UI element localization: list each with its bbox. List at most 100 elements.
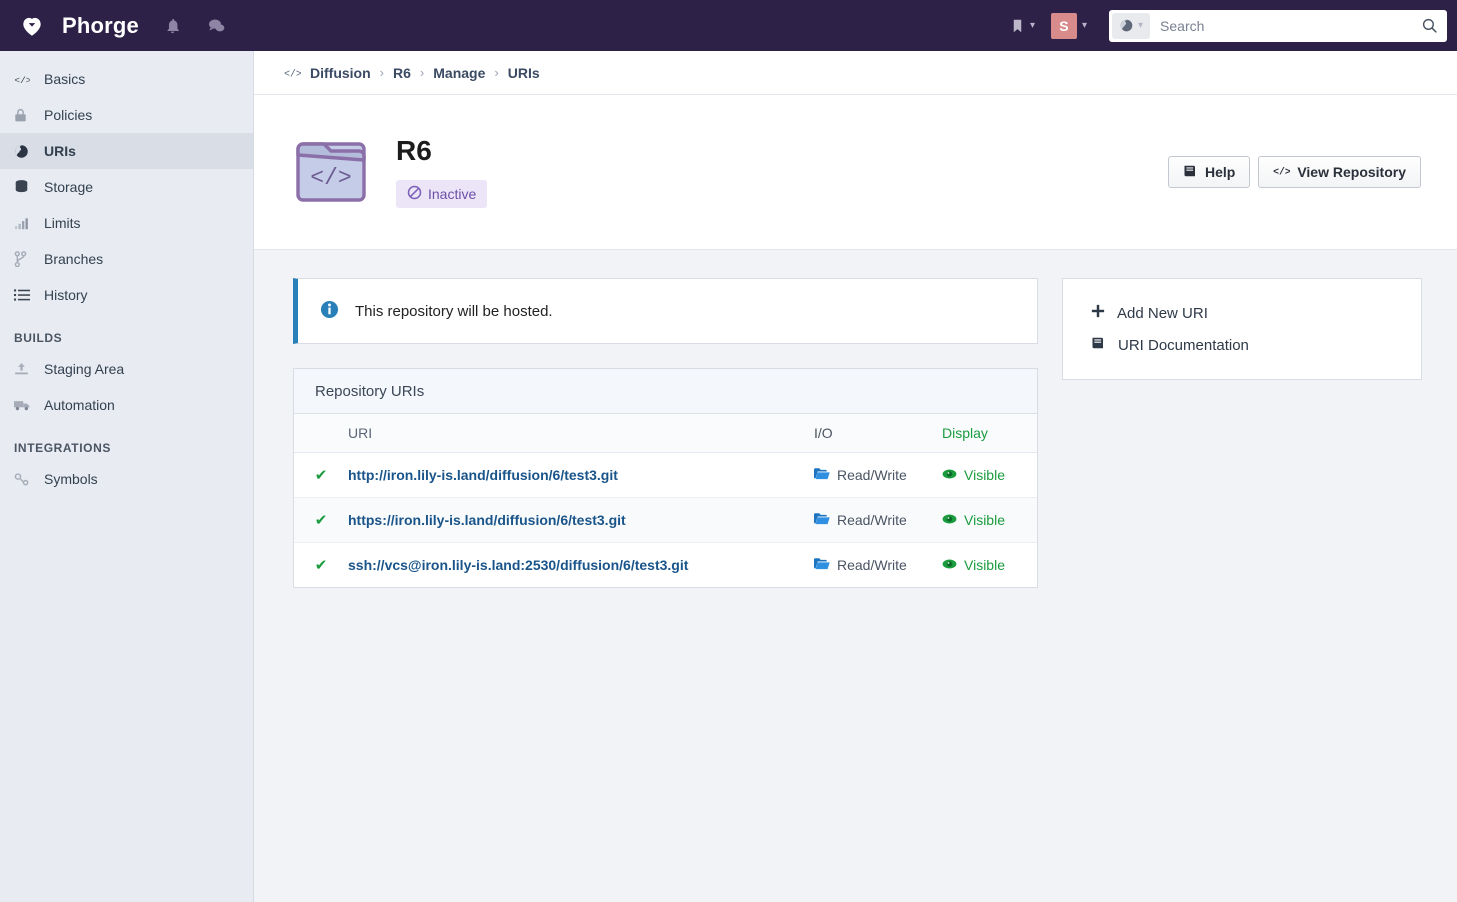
hosted-notice: This repository will be hosted. [293, 278, 1038, 344]
sidebar-item-label: Limits [44, 215, 81, 231]
open-folder-icon [814, 557, 830, 573]
action-panel: Add New URI URI Documentation [1062, 278, 1422, 380]
bookmark-icon [1013, 19, 1022, 32]
info-circle-icon [320, 300, 339, 323]
branch-icon [14, 251, 36, 267]
side-column: Add New URI URI Documentation [1062, 278, 1422, 380]
table-row[interactable]: ✔ http://iron.lily-is.land/diffusion/6/t… [294, 452, 1037, 498]
breadcrumb-separator: › [494, 65, 499, 80]
sidebar-item-label: Branches [44, 251, 104, 267]
header-right-controls: ▾ S ▾ ▾ [1002, 9, 1447, 43]
svg-text:</>: </> [284, 68, 301, 79]
chat-bubble-icon[interactable] [205, 15, 227, 37]
uri-link[interactable]: https://iron.lily-is.land/diffusion/6/te… [348, 512, 626, 528]
page-header-text: R6 Inactive [396, 134, 488, 209]
avatar: S [1050, 12, 1077, 39]
sidebar-item-symbols[interactable]: Symbols [0, 461, 253, 497]
breadcrumb-item-r6[interactable]: R6 [393, 65, 411, 81]
sidebar-item-basics[interactable]: </> Basics [0, 61, 253, 97]
status-badge-label: Inactive [428, 186, 477, 203]
chevron-down-icon: ▾ [1138, 19, 1144, 31]
breadcrumb-item-manage[interactable]: Manage [433, 65, 485, 81]
uri-link[interactable]: ssh://vcs@iron.lily-is.land:2530/diffusi… [348, 557, 688, 573]
sidebar-item-uris[interactable]: URIs [0, 133, 253, 169]
status-badge: Inactive [396, 180, 488, 209]
table-row[interactable]: ✔ ssh://vcs@iron.lily-is.land:2530/diffu… [294, 543, 1037, 588]
uri-enabled-check-icon: ✔ [294, 452, 348, 498]
io-label: Read/Write [837, 467, 907, 483]
sidebar-nav: </> Basics Policies URIs Storage Limits … [0, 51, 254, 902]
sidebar-item-label: Symbols [44, 471, 98, 487]
truck-icon [14, 398, 36, 412]
sidebar-section-integrations: INTEGRATIONS [14, 441, 111, 455]
display-cell: Visible [942, 452, 1037, 498]
sidebar-item-branches[interactable]: Branches [0, 241, 253, 277]
bell-notification-icon[interactable] [161, 15, 183, 37]
top-header-bar: Phorge ▾ S ▾ ▾ [0, 0, 1457, 51]
breadcrumb-item-uris: URIs [507, 64, 540, 81]
table-row[interactable]: ✔ https://iron.lily-is.land/diffusion/6/… [294, 497, 1037, 543]
sidebar-item-label: URIs [44, 143, 76, 159]
search-scope-dropdown[interactable]: ▾ [1112, 12, 1151, 39]
plus-icon [1091, 304, 1105, 322]
help-button-label: Help [1204, 164, 1236, 180]
code-tags-icon: </> [1273, 164, 1291, 181]
sidebar-item-label: Policies [44, 107, 93, 123]
sidebar-item-policies[interactable]: Policies [0, 97, 253, 133]
breadcrumb: </> Diffusion › R6 › Manage › URIs [254, 51, 1457, 95]
code-tags-icon: </> [284, 66, 301, 80]
sidebar-item-automation[interactable]: Automation [0, 387, 253, 423]
io-cell: Read/Write [814, 543, 942, 588]
search-submit-button[interactable] [1414, 17, 1444, 34]
uri-cell: https://iron.lily-is.land/diffusion/6/te… [348, 497, 814, 543]
uri-enabled-check-icon: ✔ [294, 497, 348, 543]
link-chain-icon [14, 472, 36, 486]
chevron-down-icon: ▾ [1081, 19, 1087, 31]
search-icon [1422, 18, 1437, 33]
io-label: Read/Write [837, 512, 907, 528]
uri-link[interactable]: http://iron.lily-is.land/diffusion/6/tes… [348, 467, 618, 483]
add-new-uri-action[interactable]: Add New URI [1063, 297, 1421, 329]
sidebar-item-label: Storage [44, 179, 94, 195]
breadcrumb-item-diffusion[interactable]: Diffusion [310, 65, 371, 81]
sidebar-item-label: Basics [44, 71, 86, 87]
display-cell: Visible [942, 497, 1037, 543]
io-label: Read/Write [837, 557, 907, 573]
repository-folder-code-icon: </> [290, 131, 372, 213]
upload-icon [14, 362, 36, 377]
uri-cell: ssh://vcs@iron.lily-is.land:2530/diffusi… [348, 543, 814, 588]
brand-title[interactable]: Phorge [62, 13, 139, 39]
user-menu-button[interactable]: S ▾ [1043, 9, 1095, 43]
column-header-io: I/O [814, 414, 942, 453]
sidebar-section-builds: BUILDS [14, 331, 63, 345]
view-repository-button[interactable]: </> View Repository [1258, 156, 1421, 188]
heart-icon[interactable] [18, 12, 46, 40]
display-label: Visible [964, 557, 1005, 573]
page-title: R6 [396, 134, 432, 166]
book-icon [1183, 164, 1198, 181]
sidebar-item-label: Staging Area [44, 361, 125, 377]
page-header-actions: Help </> View Repository [1167, 156, 1421, 188]
io-cell: Read/Write [814, 497, 942, 543]
chevron-down-icon: ▾ [1029, 19, 1035, 31]
bookmark-menu-button[interactable]: ▾ [1002, 13, 1043, 39]
column-header-enabled [294, 414, 348, 453]
globe-icon [1120, 19, 1133, 32]
globe-icon [14, 144, 36, 159]
help-button[interactable]: Help [1167, 156, 1251, 188]
search-box: ▾ [1109, 9, 1447, 42]
column-header-uri: URI [348, 414, 814, 453]
book-icon [1091, 336, 1106, 354]
svg-text:</>: </> [14, 75, 30, 86]
io-cell: Read/Write [814, 452, 942, 498]
search-input[interactable] [1150, 16, 1414, 35]
uri-table: URI I/O Display ✔ http://iron.lily-is.la… [294, 414, 1037, 587]
sidebar-item-history[interactable]: History [0, 277, 253, 313]
column-header-display: Display [942, 414, 1037, 453]
sidebar-item-storage[interactable]: Storage [0, 169, 253, 205]
sidebar-item-label: History [44, 287, 88, 303]
eye-icon [942, 512, 957, 528]
sidebar-item-limits[interactable]: Limits [0, 205, 253, 241]
uri-documentation-action[interactable]: URI Documentation [1063, 329, 1421, 361]
sidebar-item-staging-area[interactable]: Staging Area [0, 351, 253, 387]
